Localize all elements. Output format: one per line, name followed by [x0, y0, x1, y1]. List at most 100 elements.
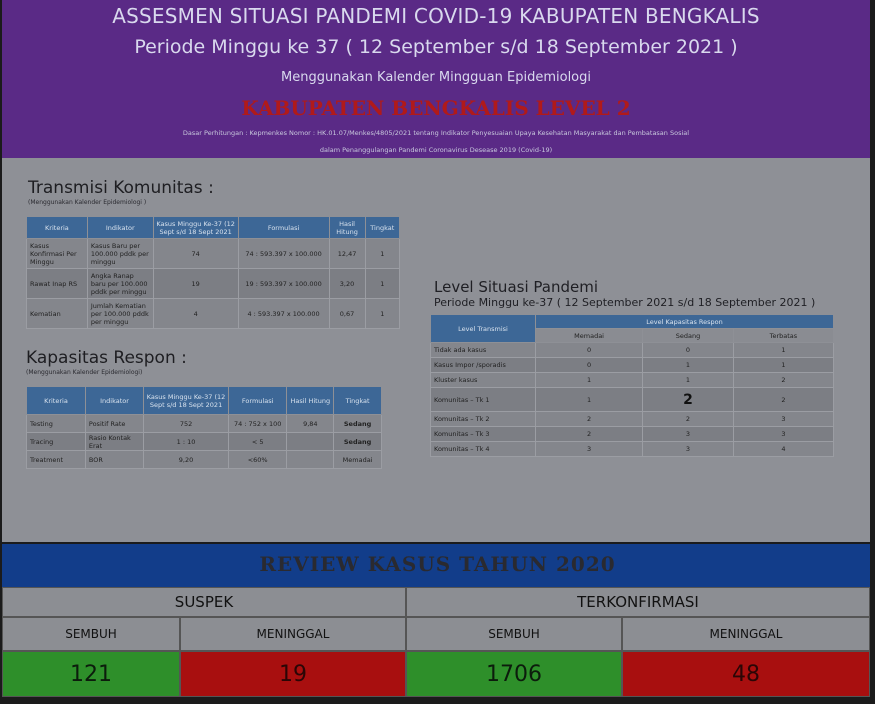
kapasitas-title: Kapasitas Respon : — [26, 348, 187, 368]
table-cell: Angka Ranap baru per 100.000 pddk per mi… — [86, 268, 154, 299]
highlighted-cell: 2 — [642, 387, 734, 412]
table-cell: Tracing — [26, 432, 86, 451]
column-header: Sedang — [642, 328, 734, 343]
table-cell: 1 — [534, 372, 644, 388]
calendar-note: Menggunakan Kalender Mingguan Epidemiolo… — [280, 70, 591, 85]
kapasitas-header-cell: Hasil Hitung — [286, 386, 335, 415]
table-cell: 3,20 — [328, 268, 366, 299]
kapasitas-header-cell: Kriteria — [26, 386, 86, 415]
transmisi-header-cell: Indikator — [86, 216, 154, 239]
table-cell: 19 : 593.397 x 100.000 — [237, 268, 330, 299]
row-label: Komunitas – Tk 3 — [430, 426, 536, 442]
table-cell: 3 — [534, 441, 644, 457]
kapasitas-subtitle: (Menggunakan Kalender Epidemiologi) — [26, 369, 143, 376]
table-cell: 1 — [534, 387, 644, 412]
level-transmisi-header: Level Transmisi — [430, 314, 536, 343]
period-subtitle: Periode Minggu ke 37 ( 12 September s/d … — [134, 36, 738, 58]
column-header: Terbatas — [732, 328, 835, 343]
suspek-meninggal-value: 19 — [180, 651, 406, 697]
table-cell: Treatment — [26, 450, 86, 469]
table-cell: Positif Rate — [84, 414, 145, 433]
table-row: Tracing Rasio Kontak Erat 1 : 10 < 5 Sed… — [26, 432, 382, 451]
suspek-header: SUSPEK — [2, 587, 406, 617]
table-cell: 74 : 752 x 100 — [227, 414, 288, 433]
basis-note-line1: Dasar Perhitungan : Kepmenkes Nomor : HK… — [182, 129, 690, 137]
table-cell: Sedang — [333, 432, 382, 451]
table-cell: 0,67 — [328, 298, 366, 329]
column-header: Memadai — [534, 328, 644, 343]
suspek-sembuh-label: SEMBUH — [2, 617, 180, 651]
page-title: ASSESMEN SITUASI PANDEMI COVID-19 KABUPA… — [112, 4, 760, 28]
table-row: Kasus Impor /sporadis 0 1 1 — [430, 357, 835, 373]
table-row: Kematian Jumlah Kematian per 100.000 pdd… — [26, 298, 401, 329]
table-cell: 12,47 — [328, 238, 366, 269]
transmisi-header-cell: Formulasi — [237, 216, 330, 239]
row-label: Tidak ada kasus — [430, 342, 536, 358]
row-label: Kasus Impor /sporadis — [430, 357, 536, 373]
table-cell: 1 — [364, 238, 401, 269]
table-cell: 2 — [534, 411, 644, 427]
table-cell: Testing — [26, 414, 86, 433]
table-cell: 3 — [642, 426, 734, 442]
kapasitas-header-cell: Indikator — [84, 386, 145, 415]
transmisi-header-cell: Tingkat — [364, 216, 401, 239]
table-cell: < 5 — [227, 432, 288, 451]
table-row: Kasus Konfirmasi Per Minggu Kasus Baru p… — [26, 238, 401, 269]
table-cell: 1 — [732, 357, 835, 373]
table-cell: 4 — [152, 298, 239, 329]
level-situasi-subtitle: Periode Minggu ke-37 ( 12 September 2021… — [434, 296, 816, 309]
basis-note-line2: dalam Penanggulangan Pandemi Coronavirus… — [319, 146, 553, 154]
table-cell: 3 — [642, 441, 734, 457]
table-cell: 2 — [732, 372, 835, 388]
table-row: Komunitas – Tk 3 2 3 3 — [430, 426, 835, 442]
level-matrix-table: Level Transmisi Level Kapasitas Respon M… — [430, 314, 835, 457]
row-label: Komunitas – Tk 4 — [430, 441, 536, 457]
suspek-sembuh-value: 121 — [2, 651, 180, 697]
table-cell: 74 : 593.397 x 100.000 — [237, 238, 330, 269]
table-row: Komunitas – Tk 4 3 3 4 — [430, 441, 835, 457]
table-cell: 0 — [534, 342, 644, 358]
level-heading: KABUPATEN BENGKALIS LEVEL 2 — [241, 96, 631, 120]
table-row: Tidak ada kasus 0 0 1 — [430, 342, 835, 358]
table-cell: 1 — [364, 268, 401, 299]
table-cell: 1 — [642, 357, 734, 373]
level-situasi-title: Level Situasi Pandemi — [434, 278, 598, 296]
table-cell: 2 — [732, 387, 835, 412]
table-row: Rawat Inap RS Angka Ranap baru per 100.0… — [26, 268, 401, 299]
table-cell: 1 : 10 — [143, 432, 229, 451]
terkonfirmasi-header: TERKONFIRMASI — [406, 587, 870, 617]
table-cell: 19 — [152, 268, 239, 299]
header-banner: ASSESMEN SITUASI PANDEMI COVID-19 KABUPA… — [2, 0, 870, 158]
konfirmasi-sembuh-label: SEMBUH — [406, 617, 622, 651]
review-title: REVIEW KASUS TAHUN 2020 — [259, 552, 616, 576]
table-cell — [286, 450, 335, 469]
table-row: Kluster kasus 1 1 2 — [430, 372, 835, 388]
table-cell: 9,84 — [286, 414, 335, 433]
table-cell: 752 — [143, 414, 229, 433]
table-cell: BOR — [84, 450, 145, 469]
table-cell: 1 — [364, 298, 401, 329]
table-cell: 74 — [152, 238, 239, 269]
table-cell: 1 — [642, 372, 734, 388]
transmisi-header-cell: Hasil Hitung — [328, 216, 366, 239]
table-cell: 2 — [642, 411, 734, 427]
table-cell: 4 : 593.397 x 100.000 — [237, 298, 330, 329]
konfirmasi-meninggal-value: 48 — [622, 651, 870, 697]
table-cell: 1 — [732, 342, 835, 358]
table-row: Komunitas – Tk 1 1 2 2 — [430, 387, 835, 412]
table-cell: Rawat Inap RS — [26, 268, 88, 299]
table-cell: 0 — [642, 342, 734, 358]
kapasitas-header-cell: Formulasi — [227, 386, 288, 415]
table-cell: Memadai — [333, 450, 382, 469]
table-cell: Sedang — [333, 414, 382, 433]
row-label: Komunitas – Tk 2 — [430, 411, 536, 427]
table-row: Komunitas – Tk 2 2 2 3 — [430, 411, 835, 427]
infographic: ASSESMEN SITUASI PANDEMI COVID-19 KABUPA… — [0, 0, 875, 704]
transmisi-table: Kriteria Indikator Kasus Minggu Ke-37 (1… — [26, 216, 401, 329]
transmisi-header-cell: Kriteria — [26, 216, 88, 239]
table-cell — [286, 432, 335, 451]
row-label: Komunitas – Tk 1 — [430, 387, 536, 412]
transmisi-header-cell: Kasus Minggu Ke-37 (12 Sept s/d 18 Sept … — [152, 216, 239, 239]
table-cell: 3 — [732, 411, 835, 427]
table-cell: 2 — [534, 426, 644, 442]
